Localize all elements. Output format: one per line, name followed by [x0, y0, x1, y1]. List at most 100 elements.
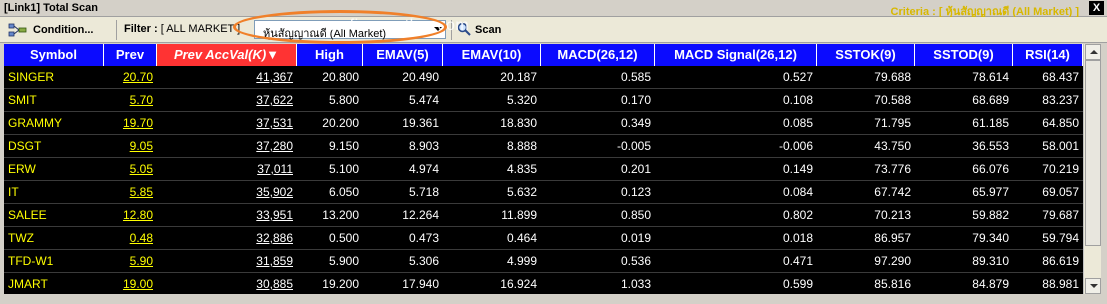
cell-symbol: SINGER: [8, 70, 55, 84]
cell-emav5: 8.903: [408, 139, 439, 153]
cell-sstod: 89.310: [972, 254, 1009, 268]
cell-prev[interactable]: 19.70: [104, 112, 157, 135]
cell-emav10: 0.464: [506, 231, 537, 245]
cell-prev[interactable]: 0.48: [104, 227, 157, 250]
table-row[interactable]: TWZ 0.48 32,886 0.500 0.473 0.464 0.019 0.018 86…: [4, 227, 1083, 250]
cell-prev-accval[interactable]: 37,011: [157, 158, 297, 181]
cell-prev-accval[interactable]: 32,886: [157, 227, 297, 250]
table-row[interactable]: JMART 19.00 30,885 19.200 17.940 16.924 1.033 0…: [4, 273, 1083, 294]
column-header-sstod[interactable]: SSTOD(9): [915, 44, 1013, 66]
cell-rsi: 88.981: [1042, 277, 1079, 291]
cell-macd-signal: -0.006: [778, 139, 813, 153]
cell-sstod: 66.076: [972, 162, 1009, 176]
cell-emav5: 0.473: [408, 231, 439, 245]
column-header-rsi[interactable]: RSI(14): [1013, 44, 1083, 66]
table-row[interactable]: SINGER 20.70 41,367 20.800 20.490 20.187 0.585…: [4, 66, 1083, 89]
toolbar-divider: [116, 20, 117, 40]
column-header-emav10[interactable]: EMAV(10): [443, 44, 541, 66]
cell-macd-signal: 0.802: [782, 208, 813, 222]
cell-rsi: 58.001: [1042, 139, 1079, 153]
scan-label: Scan: [475, 24, 502, 36]
cell-emav10: 5.320: [506, 93, 537, 107]
cell-emav5: 19.361: [402, 116, 439, 130]
column-header-macd[interactable]: MACD(26,12): [541, 44, 655, 66]
cell-prev[interactable]: 19.00: [104, 273, 157, 294]
table-row[interactable]: SALEE 12.80 33,951 13.200 12.264 11.899 0.850 0…: [4, 204, 1083, 227]
cell-macd: 0.201: [620, 162, 651, 176]
cell-emav5: 5.474: [408, 93, 439, 107]
cell-prev[interactable]: 9.05: [104, 135, 157, 158]
condition-label: Condition...: [33, 24, 94, 36]
cell-macd-signal: 0.108: [782, 93, 813, 107]
vertical-scrollbar[interactable]: [1083, 44, 1101, 294]
cell-prev-accval[interactable]: 30,885: [157, 273, 297, 294]
column-header-macd-signal[interactable]: MACD Signal(26,12): [655, 44, 817, 66]
scroll-up-button[interactable]: [1085, 44, 1101, 60]
scroll-thumb[interactable]: [1085, 60, 1101, 246]
close-button[interactable]: X: [1089, 1, 1104, 15]
cell-prev-accval[interactable]: 31,859: [157, 250, 297, 273]
cell-emav5: 4.974: [408, 162, 439, 176]
cell-macd: 0.349: [620, 116, 651, 130]
cell-macd-signal: 0.018: [782, 231, 813, 245]
cell-prev-accval[interactable]: 37,280: [157, 135, 297, 158]
column-header-sstok[interactable]: SSTOK(9): [817, 44, 915, 66]
cell-prev[interactable]: 20.70: [104, 66, 157, 89]
cell-macd: 1.033: [620, 277, 651, 291]
cell-emav10: 4.835: [506, 162, 537, 176]
cell-symbol: SMIT: [8, 93, 37, 107]
cell-symbol: SALEE: [8, 208, 47, 222]
cell-macd: 0.019: [620, 231, 651, 245]
cell-rsi: 68.437: [1042, 70, 1079, 84]
cell-sstok: 73.776: [874, 162, 911, 176]
cell-sstok: 79.688: [874, 70, 911, 84]
column-header-symbol[interactable]: Symbol: [4, 44, 104, 66]
table-row[interactable]: SMIT 5.70 37,622 5.800 5.474 5.320 0.170 0.108 7…: [4, 89, 1083, 112]
cell-prev[interactable]: 5.85: [104, 181, 157, 204]
column-header-prev[interactable]: Prev: [104, 44, 157, 66]
table-row[interactable]: DSGT 9.05 37,280 9.150 8.903 8.888 -0.005 -0.00…: [4, 135, 1083, 158]
table-row[interactable]: ERW 5.05 37,011 5.100 4.974 4.835 0.201 0.149 73…: [4, 158, 1083, 181]
table-row[interactable]: TFD-W1 5.90 31,859 5.900 5.306 4.999 0.536 0.47…: [4, 250, 1083, 273]
cell-high: 20.800: [322, 70, 359, 84]
cell-prev-accval[interactable]: 41,367: [157, 66, 297, 89]
condition-icon: [8, 23, 28, 37]
column-header-high[interactable]: High: [297, 44, 363, 66]
condition-button[interactable]: Condition...: [8, 21, 93, 39]
scroll-down-button[interactable]: [1085, 278, 1101, 294]
column-header-prev-accval[interactable]: Prev AccVal(K)▼: [157, 44, 297, 66]
cell-prev-accval[interactable]: 33,951: [157, 204, 297, 227]
cell-sstok: 97.290: [874, 254, 911, 268]
cell-macd: 0.170: [620, 93, 651, 107]
table-row[interactable]: IT 5.85 35,902 6.050 5.718 5.632 0.123 0.084 67.…: [4, 181, 1083, 204]
filter-value[interactable]: [ ALL MARKET ]: [161, 23, 240, 35]
cell-sstok: 85.816: [874, 277, 911, 291]
window-title: [Link1] Total Scan: [4, 2, 98, 14]
column-header-emav5[interactable]: EMAV(5): [363, 44, 443, 66]
cell-high: 5.800: [328, 93, 359, 107]
cell-prev[interactable]: 5.90: [104, 250, 157, 273]
cell-emav10: 20.187: [500, 70, 537, 84]
cell-symbol: TWZ: [8, 231, 34, 245]
table-header: Symbol Prev Prev AccVal(K)▼ High EMAV(5) EMAV…: [4, 44, 1083, 66]
cell-prev-accval[interactable]: 35,902: [157, 181, 297, 204]
cell-prev-accval[interactable]: 37,622: [157, 89, 297, 112]
cell-prev[interactable]: 5.05: [104, 158, 157, 181]
cell-high: 5.100: [328, 162, 359, 176]
cell-sstok: 86.957: [874, 231, 911, 245]
cell-rsi: 69.057: [1042, 185, 1079, 199]
table-row[interactable]: GRAMMY 19.70 37,531 20.200 19.361 18.830 0.349…: [4, 112, 1083, 135]
cell-macd-signal: 0.085: [782, 116, 813, 130]
bottom-frame: [0, 296, 1107, 304]
cell-prev[interactable]: 12.80: [104, 204, 157, 227]
cell-emav10: 5.632: [506, 185, 537, 199]
cell-emav10: 8.888: [506, 139, 537, 153]
cell-macd-signal: 0.599: [782, 277, 813, 291]
cell-prev-accval[interactable]: 37,531: [157, 112, 297, 135]
cell-macd-signal: 0.471: [782, 254, 813, 268]
cell-sstod: 65.977: [972, 185, 1009, 199]
cell-prev[interactable]: 5.70: [104, 89, 157, 112]
cell-symbol: ERW: [8, 162, 36, 176]
cell-sstok: 70.588: [874, 93, 911, 107]
cell-high: 20.200: [322, 116, 359, 130]
